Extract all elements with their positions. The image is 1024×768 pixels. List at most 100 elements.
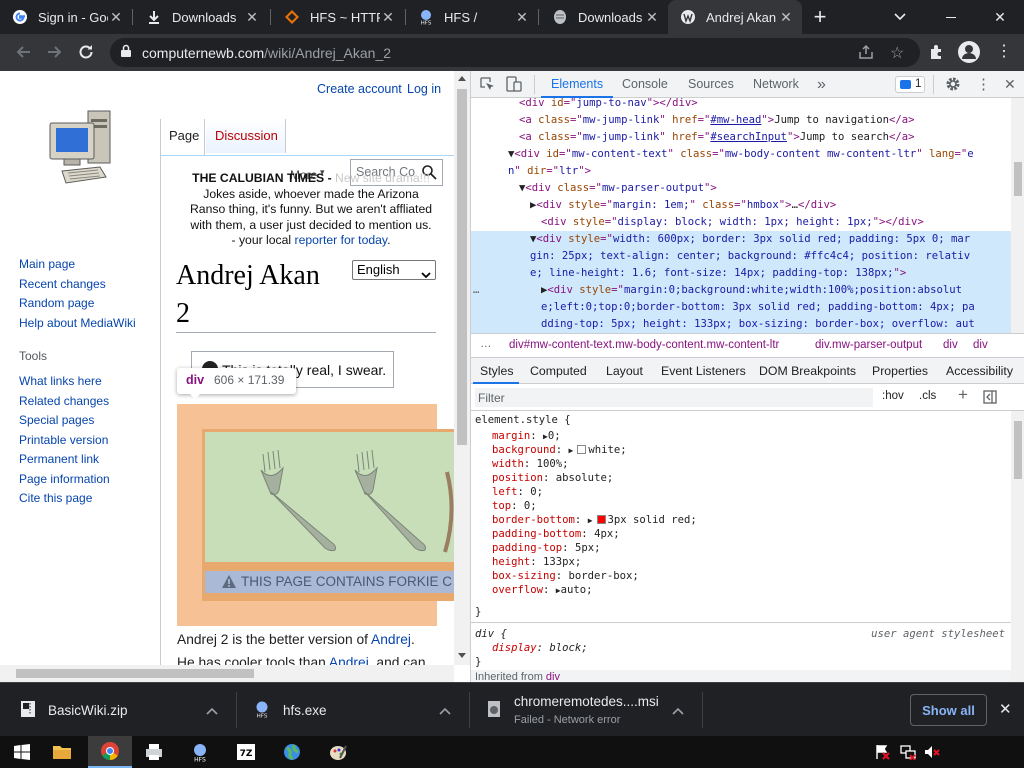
styles-tab-styles[interactable]: Styles <box>480 364 514 378</box>
css-property[interactable]: position: absolute; <box>492 471 613 485</box>
dom-tree-line[interactable]: <a class="mw-jump-link" href="#mw-head">… <box>471 112 1011 129</box>
devtools-tab-sources[interactable]: Sources <box>688 71 734 98</box>
toggle-sidebar-icon[interactable] <box>983 390 997 407</box>
tab-downloads-2[interactable]: Downloads ✕ <box>540 0 668 34</box>
css-property[interactable]: top: 0; <box>492 499 537 513</box>
dom-scrollbar-thumb[interactable] <box>1014 162 1022 196</box>
css-property[interactable]: background: ▶ white; <box>492 443 627 458</box>
star-icon[interactable]: ☆ <box>890 43 904 63</box>
filter-input[interactable]: Filter <box>475 388 873 407</box>
css-property[interactable]: padding-bottom: 4px; <box>492 527 620 541</box>
andrej-link[interactable]: Andrej <box>371 632 411 647</box>
sidebar-item-cite-this-page[interactable]: Cite this page <box>19 489 159 509</box>
log-in-link[interactable]: Log in <box>407 82 441 96</box>
styles-tab-properties[interactable]: Properties <box>872 364 928 378</box>
tab-sign-in[interactable]: Sign in - Goo ✕ <box>0 0 132 34</box>
tab-andrej-akan[interactable]: Andrej Akan ✕ <box>668 0 802 34</box>
address-bar[interactable]: computernewb.com/wiki/Andrej_Akan_2 ☆ <box>110 38 920 67</box>
horizontal-scrollbar[interactable] <box>0 665 454 682</box>
paint-app-icon[interactable] <box>316 736 360 768</box>
styles-tab-event-listeners[interactable]: Event Listeners <box>661 364 746 378</box>
hfs-taskbar-icon[interactable]: HFS <box>178 736 222 768</box>
css-property[interactable]: margin: ▶0; <box>492 429 561 444</box>
css-property[interactable]: border-bottom: ▶ 3px solid red; <box>492 513 697 528</box>
sidebar-item-special-pages[interactable]: Special pages <box>19 411 159 431</box>
tab-page[interactable]: Page <box>161 119 205 155</box>
selected-node-ellipsis[interactable]: … <box>473 282 479 299</box>
forward-button[interactable] <box>44 42 66 64</box>
sidebar-item-permanent-link[interactable]: Permanent link <box>19 450 159 470</box>
sidebar-item-help[interactable]: Help about MediaWiki <box>19 314 159 334</box>
dom-tree-line[interactable]: ▶<div style="margin: 1em;" class="hmbox"… <box>471 197 1011 214</box>
language-select[interactable]: English <box>352 260 436 280</box>
dom-tree-line[interactable]: n" dir="ltr"> <box>471 163 1011 180</box>
cls-toggle[interactable]: .cls <box>919 390 936 402</box>
color-swatch[interactable] <box>596 515 606 524</box>
hov-toggle[interactable]: :hov <box>882 390 904 402</box>
add-rule-plus-icon[interactable]: + <box>958 385 968 405</box>
close-icon[interactable]: ✕ <box>644 9 660 26</box>
chevron-up-icon[interactable] <box>672 703 684 718</box>
breadcrumb-item[interactable]: div.mw-parser-output <box>815 339 922 351</box>
css-property[interactable]: overflow: ▶auto; <box>492 583 593 598</box>
color-swatch[interactable] <box>577 445 587 454</box>
sidebar-item-what-links-here[interactable]: What links here <box>19 372 159 392</box>
file-explorer-icon[interactable] <box>40 736 84 768</box>
settings-gear-icon[interactable] <box>945 76 961 95</box>
devtools-menu-kebab-icon[interactable]: ⋮ <box>976 75 991 93</box>
sidebar-item-main-page[interactable]: Main page <box>19 255 159 275</box>
dom-tree-line[interactable]: e;left:0;top:0;border-bottom: 3px solid … <box>471 299 1011 316</box>
close-shelf-icon[interactable]: ✕ <box>999 700 1012 718</box>
reload-button[interactable] <box>76 42 98 64</box>
styles-tab-accessibility[interactable]: Accessibility <box>946 364 1013 378</box>
reporter-link[interactable]: reporter for today <box>295 233 388 247</box>
devtools-tab-network[interactable]: Network <box>753 71 799 98</box>
expand-triangle-icon[interactable]: ▶ <box>569 446 574 455</box>
expand-triangle-icon[interactable]: ▶ <box>588 516 593 525</box>
breadcrumb-item[interactable]: div <box>943 339 958 351</box>
css-property[interactable]: padding-top: 5px; <box>492 541 600 555</box>
styles-tab-dom-breakpoints[interactable]: DOM Breakpoints <box>759 364 856 378</box>
css-property[interactable]: height: 133px; <box>492 555 581 569</box>
css-property[interactable]: left: 0; <box>492 485 543 499</box>
menu-kebab-icon[interactable]: ⋮ <box>996 42 1012 62</box>
dom-tree-line[interactable]: e; line-height: 1.6; font-size: 14px; pa… <box>471 265 1011 282</box>
styles-tab-layout[interactable]: Layout <box>606 364 643 378</box>
window-close-button[interactable]: ✕ <box>976 0 1024 34</box>
horizontal-scrollbar-thumb[interactable] <box>16 669 254 678</box>
tab-discussion[interactable]: Discussion <box>206 119 286 153</box>
close-icon[interactable]: ✕ <box>244 9 260 26</box>
back-button[interactable] <box>14 42 36 64</box>
extensions-icon[interactable] <box>928 43 946 64</box>
volume-muted-icon[interactable] <box>918 736 946 768</box>
download-item[interactable]: chromeremotedes....msi Failed - Network … <box>470 683 702 737</box>
devtools-tab-console[interactable]: Console <box>622 71 668 98</box>
dom-tree-line[interactable]: ▼<div style="width: 600px; border: 3px s… <box>471 231 1011 248</box>
printer-app-icon[interactable] <box>132 736 176 768</box>
profile-avatar-icon[interactable] <box>958 41 980 63</box>
styles-scrollbar[interactable] <box>1011 411 1024 682</box>
breadcrumb-item[interactable]: div <box>973 339 988 351</box>
chevron-up-icon[interactable] <box>206 703 218 718</box>
create-account-link[interactable]: Create account <box>317 82 402 96</box>
dom-tree-line[interactable]: dding-top: 5px; height: 133px; box-sizin… <box>471 316 1011 333</box>
breadcrumb-more[interactable]: … <box>480 338 492 350</box>
tab-hfs-http[interactable]: HFS ~ HTTP ✕ <box>272 0 404 34</box>
windows-start-icon[interactable] <box>0 736 44 768</box>
tab-downloads[interactable]: Downloads ✕ <box>134 0 268 34</box>
tab-search-chevron-icon[interactable] <box>888 0 912 34</box>
sidebar-item-related-changes[interactable]: Related changes <box>19 392 159 412</box>
more-tabs-chevron-icon[interactable]: » <box>817 71 826 98</box>
close-icon[interactable]: ✕ <box>778 9 794 26</box>
dom-tree-line[interactable]: ▼<div id="mw-content-text" class="mw-bod… <box>471 146 1011 163</box>
breadcrumb-item[interactable]: div#mw-content-text.mw-body-content.mw-c… <box>509 339 779 351</box>
7zip-icon[interactable]: 7Z <box>224 736 268 768</box>
close-icon[interactable]: ✕ <box>380 9 396 26</box>
dom-tree-line[interactable]: <a class="mw-jump-link" href="#searchInp… <box>471 129 1011 146</box>
sidebar-item-printable-version[interactable]: Printable version <box>19 431 159 451</box>
inspect-element-icon[interactable] <box>480 77 495 95</box>
show-all-button[interactable]: Show all <box>910 694 987 726</box>
close-icon[interactable]: ✕ <box>108 9 124 26</box>
flag-warning-icon[interactable] <box>868 736 896 768</box>
vertical-scrollbar-thumb[interactable] <box>457 89 467 445</box>
